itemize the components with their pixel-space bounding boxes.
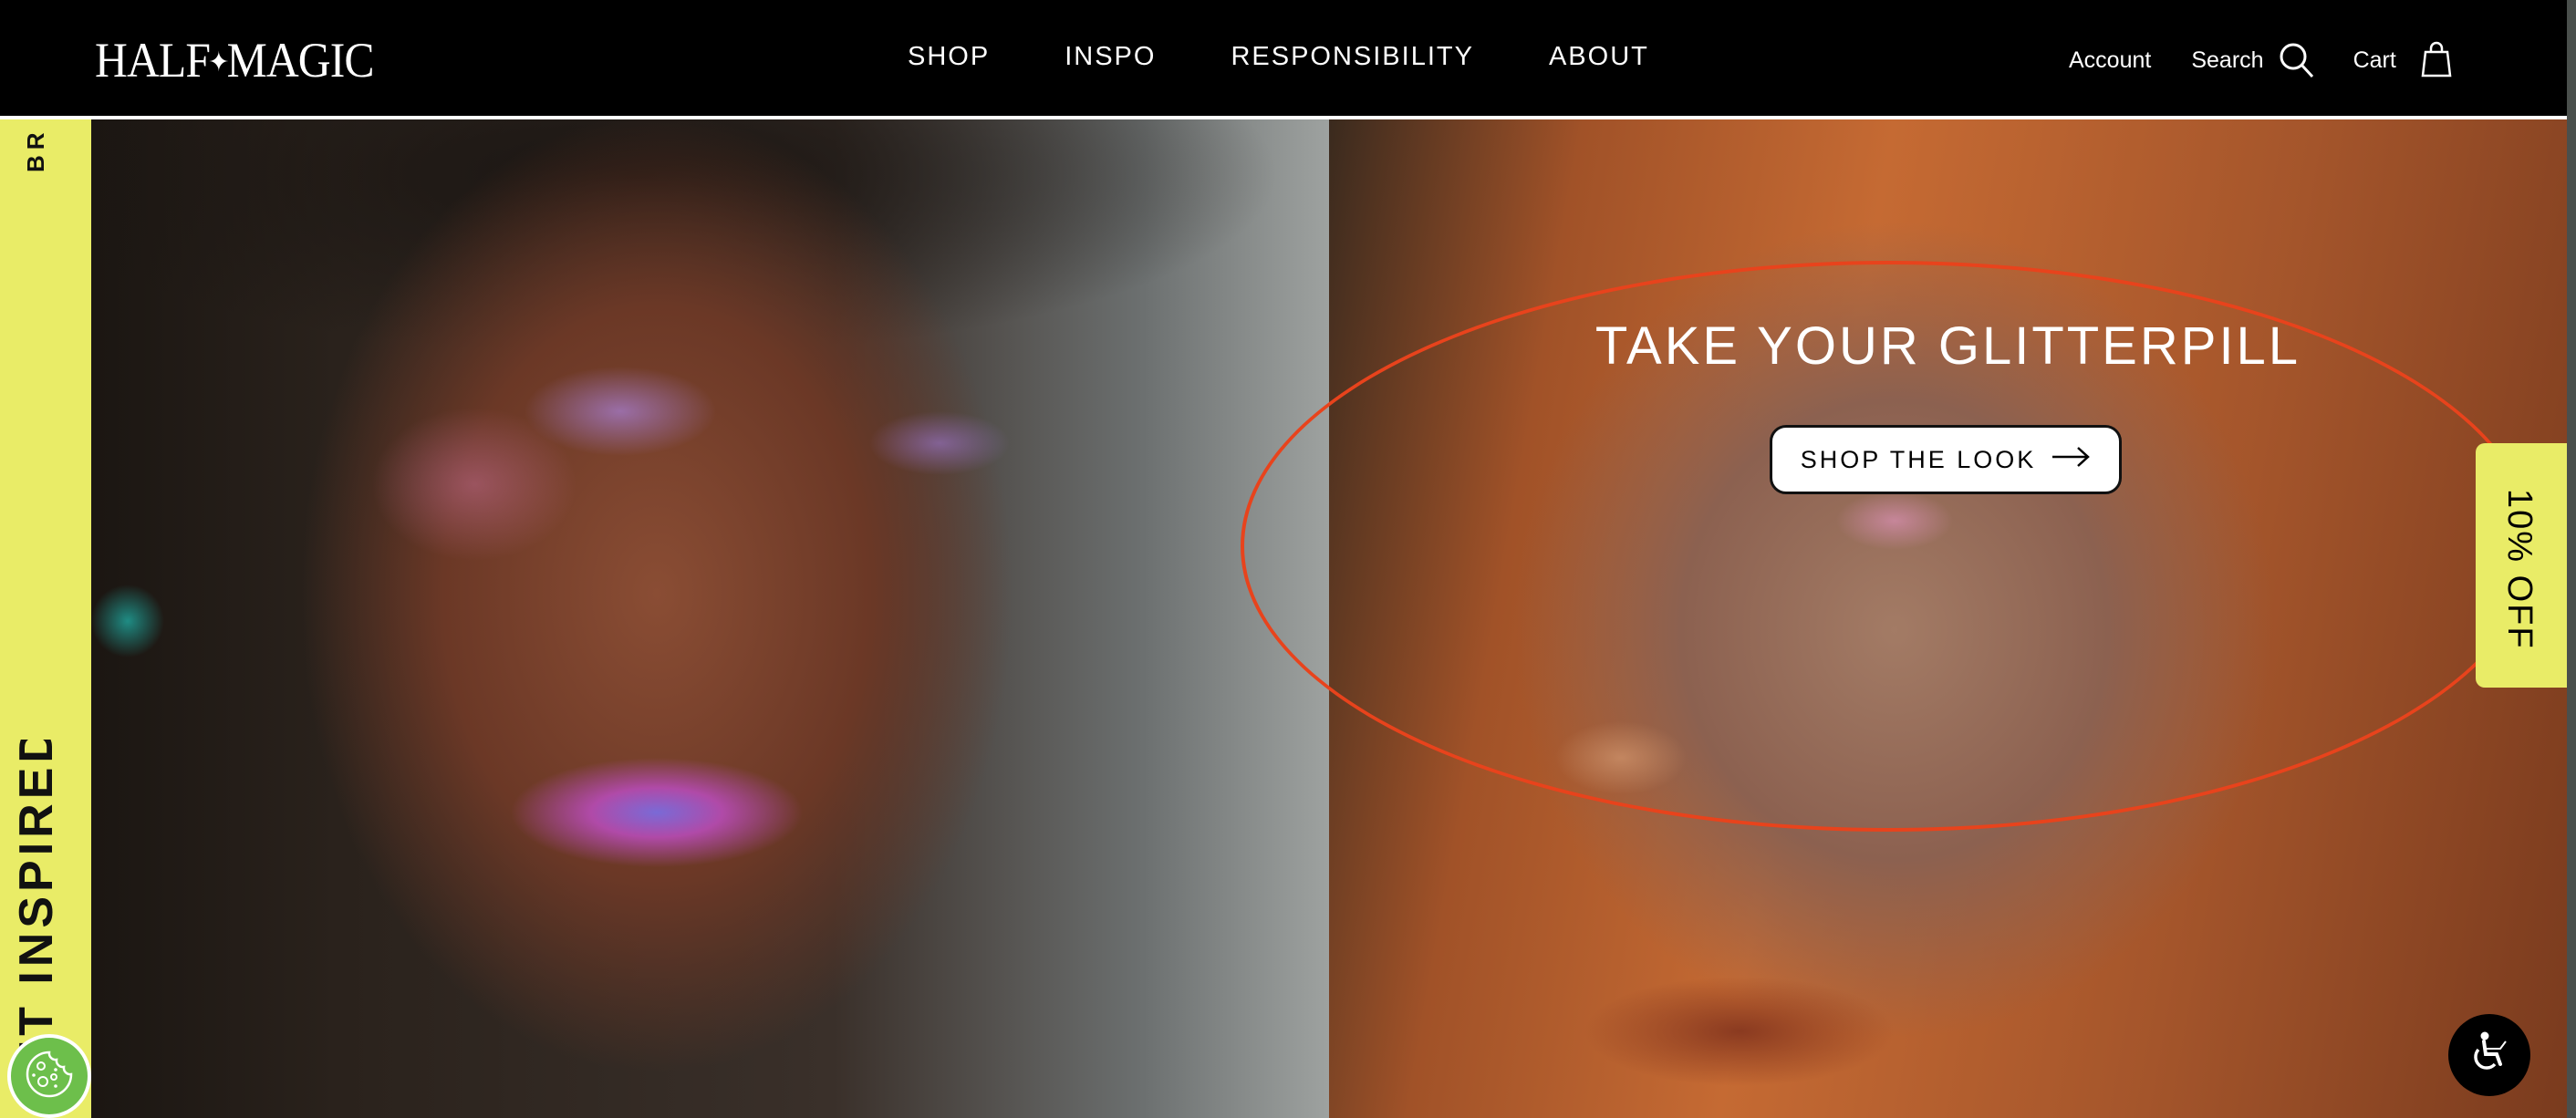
accessibility-button[interactable] [2448, 1014, 2530, 1096]
get-inspired-sidebar[interactable]: BR GET INSPIRED [0, 119, 91, 1118]
search-link[interactable]: Search [2191, 42, 2263, 78]
nav-responsibility[interactable]: RESPONSIBILITY [1231, 40, 1474, 73]
half-magic-logo[interactable]: HALF✦MAGIC [95, 33, 375, 90]
logo-sparkle-icon: ✦ [208, 47, 229, 78]
cookie-icon [23, 1048, 76, 1105]
discount-tab-label: 10% OFF [2500, 489, 2539, 650]
nav-shop[interactable]: SHOP [908, 40, 990, 73]
shop-the-look-button[interactable]: SHOP THE LOOK [1770, 425, 2122, 494]
hero-section: BR GET INSPIRED [0, 119, 2567, 1118]
account-link[interactable]: Account [2069, 42, 2151, 78]
hero-title: TAKE YOUR GLITTERPILL [1594, 316, 2301, 376]
cart-link[interactable]: Cart [2353, 42, 2396, 78]
cookie-settings-button[interactable] [7, 1034, 91, 1118]
logo-text-left: HALF [95, 33, 211, 88]
nav-inspo[interactable]: INSPO [1065, 40, 1156, 73]
header-utilities: Account Search Cart [2069, 40, 2457, 80]
shop-the-look-label: SHOP THE LOOK [1800, 445, 2037, 473]
shopping-bag-icon[interactable] [2416, 40, 2457, 80]
sidebar-top-text: BR [22, 127, 49, 172]
main-nav: SHOP INSPO RESPONSIBILITY ABOUT [908, 40, 1724, 73]
logo-text-right: MAGIC [226, 33, 375, 88]
arrow-right-icon [2051, 446, 2091, 474]
hero-image-left [91, 119, 1329, 1118]
site-header: HALF✦MAGIC SHOP INSPO RESPONSIBILITY ABO… [0, 0, 2567, 119]
accessibility-icon [2466, 1030, 2513, 1082]
search-icon[interactable] [2277, 40, 2317, 80]
discount-tab[interactable]: 10% OFF [2476, 443, 2567, 688]
nav-about[interactable]: ABOUT [1549, 40, 1649, 73]
scrollbar[interactable] [2567, 0, 2576, 1118]
hero-image-right [1329, 119, 2567, 1118]
